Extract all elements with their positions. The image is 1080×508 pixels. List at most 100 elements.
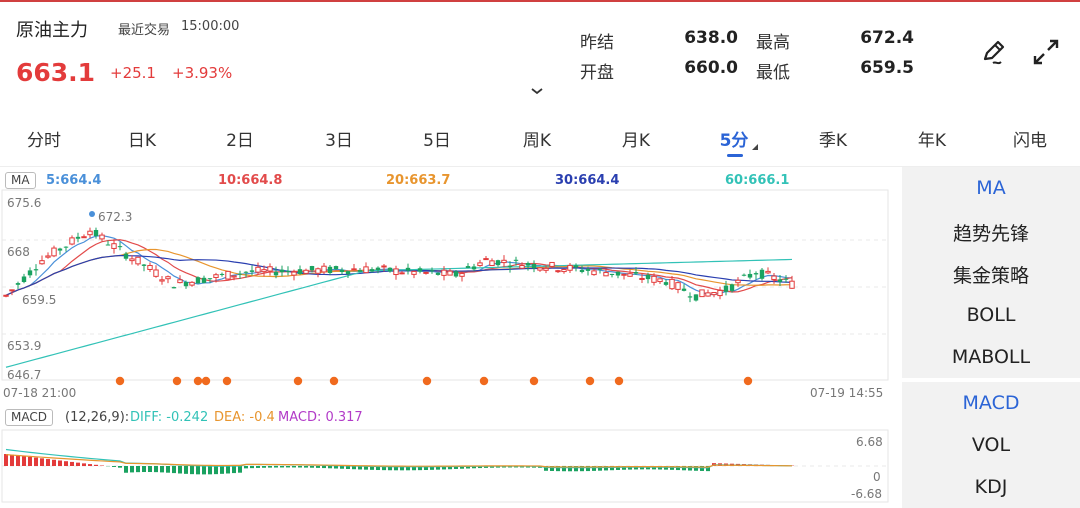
candle-body — [771, 275, 777, 280]
indicator-kdj[interactable]: KDJ — [902, 476, 1080, 498]
macd-bar — [334, 466, 338, 469]
candle-body — [177, 279, 183, 284]
macd-bar — [70, 461, 74, 466]
candle-body — [21, 276, 27, 283]
candle-body — [147, 265, 153, 270]
candle-body — [783, 278, 789, 280]
macd-bar — [22, 456, 26, 466]
candle-body — [309, 266, 315, 271]
macd-bar — [244, 466, 248, 469]
candle-body — [735, 279, 741, 284]
candle-body — [51, 247, 57, 257]
main-indicator-panel: MA 趋势先锋 集金策略 BOLL MABOLL — [902, 167, 1080, 378]
macd-bar — [4, 454, 8, 466]
candle-body — [375, 267, 381, 270]
macd-dea-line — [5, 454, 793, 468]
signal-dot — [222, 376, 232, 386]
macd-bar — [178, 466, 182, 474]
signal-dot — [201, 376, 211, 386]
candle-body — [699, 289, 705, 298]
candle-body — [219, 273, 225, 275]
macd-bar — [136, 466, 140, 473]
candle-body — [705, 292, 711, 297]
candle-body — [381, 265, 387, 268]
candle-body — [513, 259, 519, 261]
candle-body — [417, 268, 423, 272]
indicator-macd[interactable]: MACD — [902, 392, 1080, 414]
macd-bar — [154, 466, 158, 473]
macd-bar — [286, 466, 290, 468]
candle-body — [753, 273, 759, 275]
candle-body — [369, 269, 375, 272]
macd-bar — [118, 466, 122, 468]
macd-bar — [196, 466, 200, 475]
candle-body — [429, 270, 435, 272]
macd-bar — [52, 459, 56, 466]
candle-body — [495, 260, 501, 266]
signal-dot — [115, 376, 125, 386]
indicator-maboll[interactable]: MABOLL — [902, 346, 1080, 368]
indicator-gold-strategy[interactable]: 集金策略 — [902, 261, 1080, 288]
candle-body — [585, 269, 591, 271]
candle-body — [501, 259, 507, 264]
ma60-line — [5, 258, 793, 368]
indicator-vol[interactable]: VOL — [902, 434, 1080, 456]
indicator-boll[interactable]: BOLL — [902, 304, 1080, 326]
macd-axis-top: 6.68 — [856, 435, 883, 449]
signal-dot — [193, 376, 203, 386]
candle-body — [387, 267, 393, 272]
candle-body — [75, 236, 81, 239]
macd-bar — [298, 466, 302, 468]
tab-yearly[interactable]: 年K — [918, 126, 946, 151]
candle-body — [141, 264, 147, 266]
candle-body — [579, 269, 585, 273]
candle-body — [399, 272, 405, 275]
signal-dot — [585, 376, 595, 386]
macd-indicator-button[interactable]: MACD — [5, 409, 53, 426]
candlestick-chart[interactable] — [0, 0, 900, 508]
candle-body — [435, 272, 441, 275]
macd-bar — [226, 466, 230, 474]
candle-body — [561, 269, 567, 273]
candle-body — [471, 266, 477, 270]
candle-body — [243, 271, 249, 273]
candle-body — [285, 270, 291, 272]
tab-flash[interactable]: 闪电 — [1013, 126, 1047, 151]
expand-icon[interactable] — [1030, 36, 1062, 68]
candle-body — [393, 268, 399, 276]
candle-body — [351, 268, 357, 271]
macd-bar — [316, 466, 320, 468]
candle-body — [279, 269, 285, 273]
candle-body — [687, 296, 693, 298]
macd-bar — [64, 461, 68, 466]
indicator-trend-pioneer[interactable]: 趋势先锋 — [902, 219, 1080, 246]
price-axis-partial-2: 659.5 — [22, 293, 57, 307]
candle-body — [717, 289, 723, 297]
macd-axis-bottom: -6.68 — [851, 487, 883, 501]
candle-body — [519, 265, 525, 269]
candle-body — [333, 266, 339, 270]
candle-body — [567, 264, 573, 271]
indicator-ma[interactable]: MA — [902, 177, 1080, 199]
macd-bar — [76, 462, 80, 466]
candle-body — [123, 253, 129, 259]
candle-body — [201, 277, 207, 283]
macd-bar — [124, 466, 128, 473]
candle-body — [711, 292, 717, 296]
macd-bar — [58, 460, 62, 466]
candle-body — [153, 269, 159, 277]
macd-bar — [112, 466, 116, 467]
candle-body — [9, 289, 15, 292]
macd-bar — [184, 466, 188, 474]
pen-icon[interactable] — [978, 36, 1010, 68]
signal-dot — [479, 376, 489, 386]
candle-body — [57, 248, 63, 251]
candle-body — [591, 270, 597, 276]
candle-body — [321, 265, 327, 273]
candle-body — [669, 278, 675, 290]
candle-body — [423, 271, 429, 274]
candle-body — [291, 271, 297, 276]
candle-body — [183, 282, 189, 287]
macd-bar — [16, 455, 20, 466]
macd-bar — [256, 466, 260, 468]
